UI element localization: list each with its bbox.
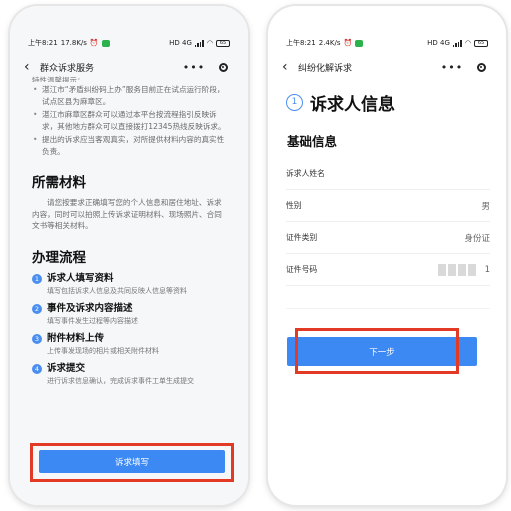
id-number-field[interactable]: 证件号码 1 bbox=[286, 254, 490, 286]
nav-bar: ‹ 纠纷化解诉求 ••• bbox=[282, 56, 492, 78]
notice-heading: 特性温馨提示： bbox=[32, 76, 85, 82]
status-bar: 上午8:21 2.4K/s ⏰ HD 4G ◠ 65 bbox=[286, 36, 488, 50]
step-desc: 进行诉求信息确认，完成诉求事件工单生成提交 bbox=[47, 376, 194, 385]
process-step: 1 诉求人填写资料 填写包括诉求人信息及共同反映人信息等资料 bbox=[32, 272, 226, 296]
notice-list: 湛江市“矛盾纠纷码上办”服务目前正在试点运行阶段，试点区县为麻章区。 湛江市麻章… bbox=[32, 84, 226, 157]
signal-icon bbox=[452, 39, 462, 47]
service-intro-screen: 上午8:21 17.8K/s ⏰ HD 4G ◠ 65 ‹ 群众诉求服务 •••… bbox=[10, 6, 248, 505]
back-icon[interactable]: ‹ bbox=[24, 59, 40, 75]
step-number-badge: 3 bbox=[32, 333, 42, 344]
section-title: 基础信息 bbox=[287, 134, 338, 149]
battery-icon: 65 bbox=[216, 39, 230, 47]
process-steps: 1 诉求人填写资料 填写包括诉求人信息及共同反映人信息等资料 2 事件及诉求内容… bbox=[32, 272, 226, 386]
materials-text: 请您按要求正确填写您的个人信息和居住地址、诉求内容，同时可以拍照上传诉求证明材料… bbox=[32, 198, 222, 230]
miniprogram-capsule: ••• bbox=[434, 58, 492, 76]
step-number-badge: 1 bbox=[32, 273, 42, 284]
step-title: 诉求人填写资料 bbox=[47, 272, 114, 284]
close-miniprogram-icon[interactable] bbox=[470, 62, 492, 72]
close-miniprogram-icon[interactable] bbox=[212, 62, 234, 72]
highlight-box: 诉求填写 bbox=[30, 443, 234, 482]
status-time: 上午8:21 bbox=[28, 39, 58, 47]
nav-title: 纠纷化解诉求 bbox=[298, 63, 353, 74]
process-step: 4 诉求提交 进行诉求信息确认，完成诉求事件工单生成提交 bbox=[32, 362, 226, 386]
step-desc: 上传事发现场的相片或相关附件材料 bbox=[47, 346, 159, 355]
process-heading: 办理流程 bbox=[32, 249, 86, 266]
list-item: 湛江市“矛盾纠纷码上办”服务目前正在试点运行阶段，试点区县为麻章区。 bbox=[32, 84, 226, 107]
faded-row bbox=[286, 286, 490, 309]
field-label: 诉求人姓名 bbox=[286, 169, 325, 178]
status-bar: 上午8:21 17.8K/s ⏰ HD 4G ◠ 65 bbox=[28, 36, 230, 50]
phone-left: 上午8:21 17.8K/s ⏰ HD 4G ◠ 65 ‹ 群众诉求服务 •••… bbox=[10, 6, 248, 505]
status-speed: 2.4K/s bbox=[318, 39, 341, 47]
step-number-badge: 1 bbox=[286, 94, 303, 111]
signal-icon bbox=[194, 39, 204, 47]
page-title: 诉求人信息 bbox=[310, 95, 395, 115]
network-label: HD 4G bbox=[427, 39, 450, 47]
materials-heading: 所需材料 bbox=[32, 175, 86, 191]
redacted-block bbox=[438, 263, 477, 276]
list-item: 提出的诉求应当客观真实，对所提供材料内容的真实性负责。 bbox=[32, 134, 226, 157]
status-time: 上午8:21 bbox=[286, 39, 316, 47]
list-item: 湛江市麻章区群众可以通过本平台按流程指引反映诉求，其他地方群众可以直接拨打123… bbox=[32, 109, 226, 132]
process-step: 3 附件材料上传 上传事发现场的相片或相关附件材料 bbox=[32, 332, 226, 356]
phone-right: 上午8:21 2.4K/s ⏰ HD 4G ◠ 65 ‹ 纠纷化解诉求 ••• … bbox=[268, 6, 506, 505]
step-desc: 填写事件发生过程等内容描述 bbox=[47, 316, 138, 325]
step-title: 附件材料上传 bbox=[47, 332, 105, 344]
alarm-icon: ⏰ bbox=[89, 39, 99, 47]
field-label: 证件号码 bbox=[286, 265, 318, 274]
step-title: 事件及诉求内容描述 bbox=[47, 302, 133, 314]
alarm-icon: ⏰ bbox=[343, 39, 353, 47]
intro-content: 特性温馨提示： 湛江市“矛盾纠纷码上办”服务目前正在试点运行阶段，试点区县为麻章… bbox=[32, 76, 226, 392]
process-step: 2 事件及诉求内容描述 填写事件发生过程等内容描述 bbox=[32, 302, 226, 326]
highlight-box bbox=[295, 328, 459, 374]
step-title: 诉求提交 bbox=[47, 362, 86, 374]
step-desc: 填写包括诉求人信息及共同反映人信息等资料 bbox=[47, 286, 187, 295]
wechat-badge-icon bbox=[355, 39, 364, 47]
wifi-icon: ◠ bbox=[206, 39, 213, 47]
wechat-badge-icon bbox=[101, 39, 110, 47]
more-icon[interactable]: ••• bbox=[434, 61, 470, 74]
form-content: 1 诉求人信息 基础信息 诉求人姓名 性别 男 证件类别 身份证 证件号码 1 bbox=[286, 90, 490, 309]
gender-field[interactable]: 性别 男 bbox=[286, 190, 490, 222]
name-field[interactable]: 诉求人姓名 bbox=[286, 158, 490, 190]
complainant-info-screen: 上午8:21 2.4K/s ⏰ HD 4G ◠ 65 ‹ 纠纷化解诉求 ••• … bbox=[268, 6, 506, 505]
id-type-value[interactable]: 身份证 bbox=[464, 232, 490, 244]
wifi-icon: ◠ bbox=[464, 39, 471, 47]
more-icon[interactable]: ••• bbox=[176, 61, 212, 74]
gender-value[interactable]: 男 bbox=[481, 200, 490, 212]
nav-title: 群众诉求服务 bbox=[40, 63, 95, 74]
id-number-input[interactable]: 1 bbox=[485, 265, 490, 275]
back-icon[interactable]: ‹ bbox=[282, 59, 298, 75]
battery-icon: 65 bbox=[474, 39, 488, 47]
field-label: 证件类别 bbox=[286, 233, 318, 242]
field-label: 性别 bbox=[286, 201, 302, 210]
status-speed: 17.8K/s bbox=[60, 39, 87, 47]
step-number-badge: 4 bbox=[32, 363, 42, 374]
id-type-field[interactable]: 证件类别 身份证 bbox=[286, 222, 490, 254]
page-title-row: 1 诉求人信息 bbox=[286, 90, 490, 115]
network-label: HD 4G bbox=[169, 39, 192, 47]
basic-info-form: 诉求人姓名 性别 男 证件类别 身份证 证件号码 1 bbox=[286, 158, 490, 309]
step-number-badge: 2 bbox=[32, 303, 42, 314]
fill-complaint-button[interactable]: 诉求填写 bbox=[39, 450, 225, 473]
